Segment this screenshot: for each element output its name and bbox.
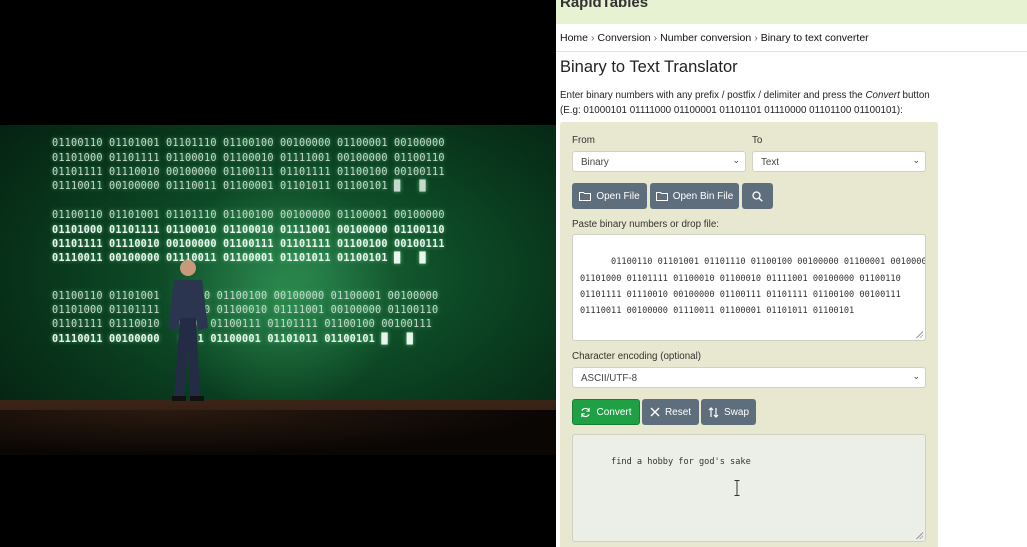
resize-handle[interactable] [916, 331, 923, 338]
from-label: From [572, 135, 595, 146]
to-label: To [752, 135, 763, 146]
to-select-value: Text [761, 157, 779, 168]
binary-row: 01100110 01101001 01101110 01100100 0010… [52, 138, 445, 149]
from-select-value: Binary [581, 157, 609, 168]
breadcrumb-current[interactable]: Binary to text converter [761, 32, 869, 44]
breadcrumb-separator: › [653, 32, 658, 44]
instructions: Enter binary numbers with any prefix / p… [560, 88, 1027, 118]
folder-icon [655, 192, 668, 201]
convert-label: Convert [596, 406, 632, 418]
paste-label: Paste binary numbers or drop file: [572, 219, 720, 230]
swap-label: Swap [723, 406, 749, 418]
binary-row: 01110011 00100000 01110011 01100001 0110… [52, 253, 426, 264]
reset-button[interactable]: Reset [642, 399, 699, 425]
swap-button[interactable]: Swap [701, 399, 756, 425]
folder-icon [579, 192, 592, 201]
open-file-button[interactable]: Open File [572, 183, 647, 209]
search-button[interactable] [742, 183, 773, 209]
breadcrumb-separator: › [591, 32, 595, 44]
chevron-down-icon: ⌄ [732, 155, 740, 165]
header-divider [556, 51, 1027, 52]
instructions-text: Enter binary numbers with any prefix / p… [560, 90, 866, 101]
text-output[interactable]: find a hobby for god's sake [572, 434, 926, 542]
instructions-example: (E.g: 01000101 01111000 01100001 0110110… [560, 105, 903, 116]
binary-row: 01101000 01101111 01100010 01100010 0111… [52, 225, 445, 236]
binary-input-text: 01100110 01101001 01101110 01100100 0010… [580, 257, 925, 317]
speaker-figure [168, 260, 208, 401]
site-header: RapidTables [556, 0, 1027, 24]
binary-row: 01101000 01101111 01100010 01100010 0111… [52, 153, 445, 164]
search-icon [752, 190, 763, 202]
stage-photo: 01100110 01101001 01101110 01100100 0010… [0, 0, 556, 547]
binary-row: 01110011 00100000 01110011 01100001 0110… [52, 181, 426, 192]
swap-icon [708, 406, 719, 418]
breadcrumb-separator: › [754, 32, 758, 44]
text-cursor-icon [734, 480, 740, 496]
breadcrumb-home[interactable]: Home [560, 32, 588, 44]
binary-row: 01101111 01110010 0000 01100111 01101111… [52, 319, 433, 330]
binary-row: 01100110 01101001 01101110 01100100 0010… [52, 210, 445, 221]
breadcrumb: Home › Conversion › Number conversion › Binary… [560, 32, 869, 44]
close-icon [650, 407, 660, 417]
encoding-select-value: ASCII/UTF-8 [581, 373, 638, 384]
open-bin-file-label: Open Bin File [672, 190, 734, 202]
convert-button[interactable]: Convert [572, 399, 640, 425]
page-title: Binary to Text Translator [560, 58, 738, 76]
from-select[interactable]: Binary ⌄ [572, 151, 746, 172]
binary-input[interactable]: 01100110 01101001 01101110 01100100 0010… [572, 234, 926, 341]
resize-handle[interactable] [916, 532, 923, 539]
site-logo[interactable]: RapidTables [560, 0, 648, 11]
converter-panel: From To Binary ⌄ Text ⌄ Open File Open B… [560, 122, 938, 547]
instructions-convert-word: Convert [865, 90, 900, 101]
breadcrumb-number-conversion[interactable]: Number conversion [660, 32, 751, 44]
instructions-text-end: button [899, 90, 930, 101]
binary-row: 01100110 01101001 1110 01100100 00100000… [52, 291, 439, 302]
chevron-down-icon: ⌄ [912, 155, 920, 165]
encoding-label: Character encoding (optional) [572, 351, 702, 362]
binary-row: 01110011 00100000 0011 01100001 01101011… [52, 334, 414, 345]
binary-row: 01101000 01101111 00010 01100010 0111100… [52, 305, 439, 316]
chevron-down-icon: ⌄ [912, 371, 920, 381]
encoding-select[interactable]: ASCII/UTF-8 ⌄ [572, 367, 926, 388]
breadcrumb-conversion[interactable]: Conversion [598, 32, 651, 44]
audience-silhouettes [0, 410, 556, 455]
open-bin-file-button[interactable]: Open Bin File [650, 183, 739, 209]
rapidtables-page: RapidTables Home › Conversion › Number conve… [556, 0, 1027, 547]
binary-row: 01101111 01110010 00100000 01100111 0110… [52, 239, 445, 250]
binary-row: 01101111 01110010 00100000 01100111 0110… [52, 167, 445, 178]
to-select[interactable]: Text ⌄ [752, 151, 926, 172]
reset-label: Reset [664, 406, 692, 418]
text-output-value: find a hobby for god's sake [611, 457, 751, 468]
open-file-label: Open File [596, 190, 640, 202]
refresh-icon [581, 407, 591, 417]
